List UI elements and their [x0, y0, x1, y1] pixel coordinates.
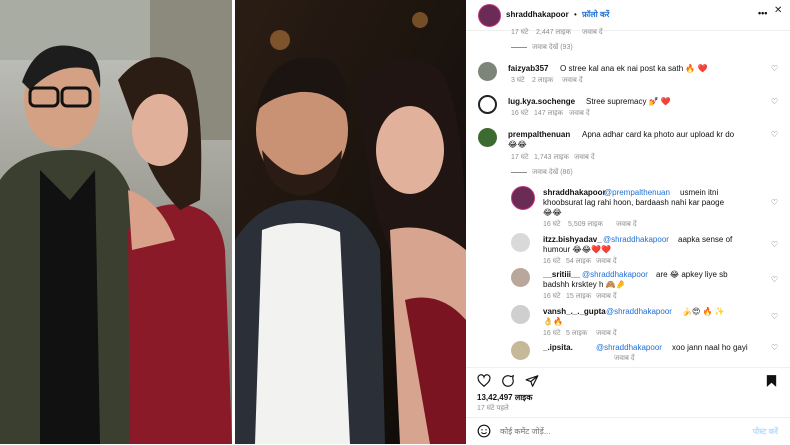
author-username[interactable]: shraddhakapoor [506, 10, 569, 20]
follow-button[interactable]: फ़ॉलो करें [582, 10, 609, 20]
reply-avatar[interactable] [511, 233, 530, 252]
author-separator: • [574, 10, 577, 19]
reply-likes[interactable]: 5 लाइक [566, 329, 587, 339]
reply-text-cont: badshh krsktey h 🙈🤌 [543, 280, 626, 289]
comment-input-bar: पोस्ट करें [466, 417, 790, 445]
reply-mention[interactable]: @shraddhakapoor [596, 343, 662, 353]
reply-reply[interactable]: जवाब दें [596, 292, 617, 302]
comment-username[interactable]: prempalthenuan [508, 130, 570, 140]
reply-avatar[interactable] [511, 268, 530, 287]
reply-text-cont: humour 😂😂❤️❤️ [543, 245, 611, 254]
more-options-icon[interactable]: ••• [758, 8, 767, 18]
reply-time: 16 घंटे [543, 293, 561, 300]
comment-meta-time: 17 घंटे [511, 29, 529, 36]
reply-username[interactable]: __sritiii__ [543, 270, 580, 280]
reply-avatar[interactable] [511, 305, 530, 324]
like-heart-icon[interactable] [477, 374, 491, 388]
comment-time: 17 घंटे [511, 154, 529, 161]
comment-text-cont: 😂😂 [508, 140, 527, 149]
reply-username[interactable]: vansh_._._gupta [543, 307, 606, 317]
like-heart-icon[interactable]: ♡ [771, 275, 778, 284]
post-photo-art [0, 0, 466, 444]
view-replies-link[interactable]: जवाब देखें (93) [511, 43, 573, 53]
reply-likes[interactable]: 5,509 लाइक [568, 220, 603, 230]
reply-username[interactable]: itzz.bishyadav_ [543, 235, 602, 245]
comment-username[interactable]: lug.kya.sochenge [508, 97, 575, 107]
post-photo [0, 0, 466, 444]
author-avatar[interactable] [478, 4, 501, 27]
close-icon[interactable]: ✕ [774, 6, 782, 16]
reply-mention[interactable]: @prempalthenuan [604, 188, 670, 198]
comment-username[interactable]: faizyab357 [508, 64, 548, 74]
reply-likes[interactable]: 54 लाइक [566, 257, 591, 267]
reply-avatar[interactable] [511, 186, 535, 210]
comment-bubble-icon[interactable] [501, 374, 515, 388]
reply-likes[interactable]: 15 लाइक [566, 292, 591, 302]
post-time: 17 घंटे पहले [477, 405, 509, 412]
emoji-smiley-icon[interactable] [477, 424, 491, 438]
commenter-avatar[interactable] [478, 128, 497, 147]
comment-likes[interactable]: 2 लाइक [532, 76, 553, 86]
reply-text: are 😂 apkey liye sb [656, 270, 728, 279]
reply-mention[interactable]: @shraddhakapoor [582, 270, 648, 280]
comment-text: O stree kal ana ek nai post ka sath 🔥 ❤️ [560, 64, 708, 73]
reply-time: 16 घंटे [543, 330, 561, 337]
post-comment-button[interactable]: पोस्ट करें [753, 427, 778, 437]
view-replies-dash [511, 171, 527, 173]
post-likes-count[interactable]: 13,42,497 लाइक [477, 393, 532, 403]
comment-meta-reply[interactable]: जवाब दें [582, 28, 603, 38]
comment-likes[interactable]: 1,743 लाइक [534, 153, 569, 163]
reply-text: aapka sense of [678, 235, 733, 244]
view-replies-link[interactable]: जवाब देखें (86) [511, 168, 573, 178]
reply-username[interactable]: _.ipsita. [543, 343, 573, 353]
reply-mention[interactable]: @shraddhakapoor [603, 235, 669, 245]
comment-time: 16 घंटे [511, 110, 529, 117]
comment-likes[interactable]: 147 लाइक [534, 109, 563, 119]
reply-text: xoo jann naal ho gayi [672, 343, 748, 352]
view-replies-label: जवाब देखें (93) [532, 44, 573, 51]
reply-reply[interactable]: जवाब दें [596, 257, 617, 267]
post-actions: 13,42,497 लाइक 17 घंटे पहले [466, 367, 790, 418]
comment-meta-likes[interactable]: 2,447 लाइक [536, 28, 571, 38]
like-heart-icon[interactable]: ♡ [771, 343, 778, 352]
reply-reply[interactable]: जवाब दें [614, 354, 635, 364]
like-heart-icon[interactable]: ♡ [771, 240, 778, 249]
reply-text-emoji: 😂😂 [543, 208, 562, 217]
commenter-avatar[interactable] [478, 95, 497, 114]
reply-text-cont: khoobsurat lag rahi hoon, bardaash nahi … [543, 198, 725, 207]
reply-text: 🍌😍 🔥 ✨ [682, 307, 725, 316]
bookmark-icon[interactable] [765, 374, 778, 388]
like-heart-icon[interactable]: ♡ [771, 312, 778, 321]
comments-panel: shraddhakapoor • फ़ॉलो करें ••• 17 घंटे … [466, 0, 790, 444]
comment-reply[interactable]: जवाब दें [574, 153, 595, 163]
like-heart-icon[interactable]: ♡ [771, 97, 778, 106]
view-replies-dash [511, 46, 527, 48]
like-heart-icon[interactable]: ♡ [771, 130, 778, 139]
reply-time: 16 घंटे [543, 258, 561, 265]
reply-username[interactable]: shraddhakapoor [543, 188, 606, 198]
reply-reply[interactable]: जवाब दें [616, 220, 637, 230]
commenter-avatar[interactable] [478, 62, 497, 81]
reply-reply[interactable]: जवाब दें [596, 329, 617, 339]
share-send-icon[interactable] [525, 374, 539, 388]
post-header: shraddhakapoor • फ़ॉलो करें ••• [466, 0, 790, 31]
comment-text: Apna adhar card ka photo aur upload kr d… [582, 130, 735, 139]
reply-avatar[interactable] [511, 341, 530, 360]
comment-reply[interactable]: जवाब दें [569, 109, 590, 119]
reply-text-cont: 👌🔥 [543, 317, 563, 326]
comment-text: Stree supremacy 💅 ❤️ [586, 97, 671, 106]
like-heart-icon[interactable]: ♡ [771, 64, 778, 73]
comment-time: 3 घंटे [511, 77, 525, 84]
reply-time: 16 घंटे [543, 221, 561, 228]
comment-reply[interactable]: जवाब दें [562, 76, 583, 86]
like-heart-icon[interactable]: ♡ [771, 198, 778, 207]
reply-text: usmein itni [680, 188, 719, 197]
comment-input[interactable] [500, 423, 720, 439]
view-replies-label: जवाब देखें (86) [532, 169, 573, 176]
reply-mention[interactable]: @shraddhakapoor [606, 307, 672, 317]
